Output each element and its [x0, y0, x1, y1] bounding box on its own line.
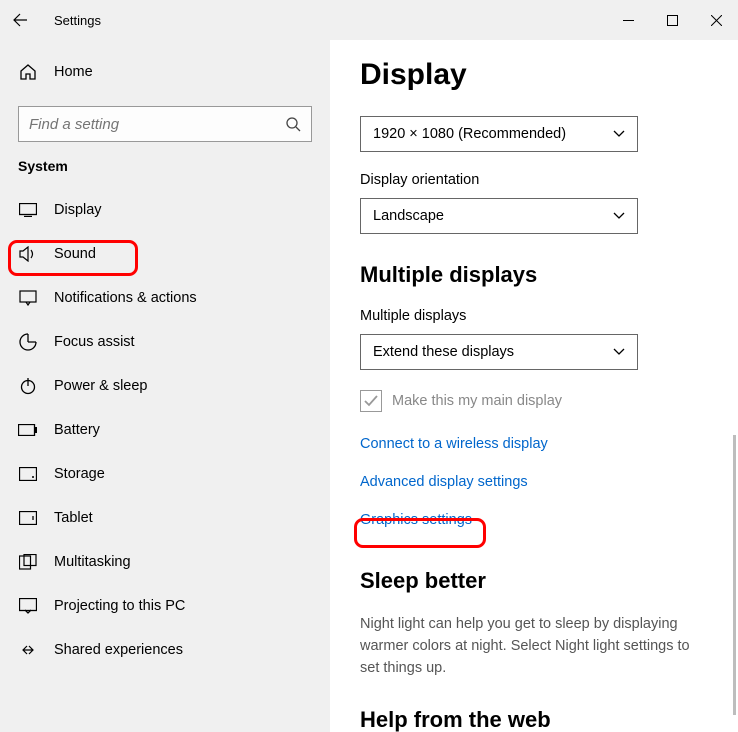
close-button[interactable]: [694, 0, 738, 40]
sidebar-item-focus-assist[interactable]: Focus assist: [0, 320, 330, 364]
notifications-icon: [18, 288, 38, 308]
sound-icon: [18, 244, 38, 264]
power-icon: [18, 376, 38, 396]
graphics-settings-link[interactable]: Graphics settings: [360, 512, 708, 528]
advanced-display-link[interactable]: Advanced display settings: [360, 474, 708, 490]
shared-icon: [18, 640, 38, 660]
orientation-dropdown[interactable]: Landscape: [360, 198, 638, 234]
sidebar-item-battery[interactable]: Battery: [0, 408, 330, 452]
projecting-icon: [18, 596, 38, 616]
sidebar-item-label: Sound: [54, 246, 96, 262]
page-title: Display: [360, 58, 708, 92]
minimize-button[interactable]: [606, 0, 650, 40]
main-display-checkbox-label: Make this my main display: [392, 393, 562, 409]
multiple-displays-heading: Multiple displays: [360, 262, 708, 288]
home-icon: [18, 62, 38, 82]
storage-icon: [18, 464, 38, 484]
sidebar-home[interactable]: Home: [0, 50, 330, 94]
multiple-displays-dropdown[interactable]: Extend these displays: [360, 334, 638, 370]
orientation-value: Landscape: [373, 208, 444, 224]
sidebar-item-multitasking[interactable]: Multitasking: [0, 540, 330, 584]
sidebar-item-tablet[interactable]: Tablet: [0, 496, 330, 540]
window-title: Settings: [54, 13, 101, 28]
resolution-value: 1920 × 1080 (Recommended): [373, 126, 566, 142]
sidebar-item-label: Shared experiences: [54, 642, 183, 658]
arrow-left-icon: [12, 12, 28, 28]
chevron-down-icon: [613, 130, 625, 138]
sidebar-item-power[interactable]: Power & sleep: [0, 364, 330, 408]
sidebar-item-sound[interactable]: Sound: [0, 232, 330, 276]
multiple-displays-label: Multiple displays: [360, 308, 708, 324]
sidebar-item-display[interactable]: Display: [0, 188, 330, 232]
multitasking-icon: [18, 552, 38, 572]
search-input[interactable]: [29, 116, 285, 133]
minimize-icon: [623, 15, 634, 26]
orientation-label: Display orientation: [360, 172, 708, 188]
sleep-better-text: Night light can help you get to sleep by…: [360, 614, 708, 679]
sidebar-item-storage[interactable]: Storage: [0, 452, 330, 496]
main-display-checkbox: [360, 390, 382, 412]
check-icon: [363, 394, 379, 408]
connect-wireless-link[interactable]: Connect to a wireless display: [360, 436, 708, 452]
sidebar-item-notifications[interactable]: Notifications & actions: [0, 276, 330, 320]
sidebar-item-label: Display: [54, 202, 102, 218]
main-content: Display 1920 × 1080 (Recommended) Displa…: [330, 40, 738, 732]
maximize-button[interactable]: [650, 0, 694, 40]
sidebar-item-label: Projecting to this PC: [54, 598, 185, 614]
titlebar: Settings: [0, 0, 738, 40]
multiple-displays-value: Extend these displays: [373, 344, 514, 360]
sidebar-item-projecting[interactable]: Projecting to this PC: [0, 584, 330, 628]
sidebar-section-title: System: [18, 158, 330, 174]
resolution-dropdown[interactable]: 1920 × 1080 (Recommended): [360, 116, 638, 152]
sidebar-item-label: Storage: [54, 466, 105, 482]
display-icon: [18, 200, 38, 220]
sidebar-item-label: Multitasking: [54, 554, 131, 570]
sidebar-item-label: Tablet: [54, 510, 93, 526]
sidebar-item-label: Power & sleep: [54, 378, 148, 394]
focus-icon: [18, 332, 38, 352]
sidebar-item-label: Notifications & actions: [54, 290, 197, 306]
sidebar: Home System Display Sound Notifications …: [0, 40, 330, 732]
sidebar-home-label: Home: [54, 64, 93, 80]
chevron-down-icon: [613, 212, 625, 220]
window-controls: [606, 0, 738, 40]
sidebar-item-shared[interactable]: Shared experiences: [0, 628, 330, 672]
search-icon: [285, 116, 301, 132]
help-heading: Help from the web: [360, 707, 708, 732]
back-button[interactable]: [0, 0, 40, 40]
main-display-checkbox-row: Make this my main display: [360, 390, 708, 412]
search-box[interactable]: [18, 106, 312, 142]
maximize-icon: [667, 15, 678, 26]
battery-icon: [18, 420, 38, 440]
scrollbar[interactable]: [733, 435, 736, 715]
sidebar-item-label: Battery: [54, 422, 100, 438]
sidebar-item-label: Focus assist: [54, 334, 135, 350]
close-icon: [711, 15, 722, 26]
tablet-icon: [18, 508, 38, 528]
sleep-better-heading: Sleep better: [360, 568, 708, 594]
chevron-down-icon: [613, 348, 625, 356]
